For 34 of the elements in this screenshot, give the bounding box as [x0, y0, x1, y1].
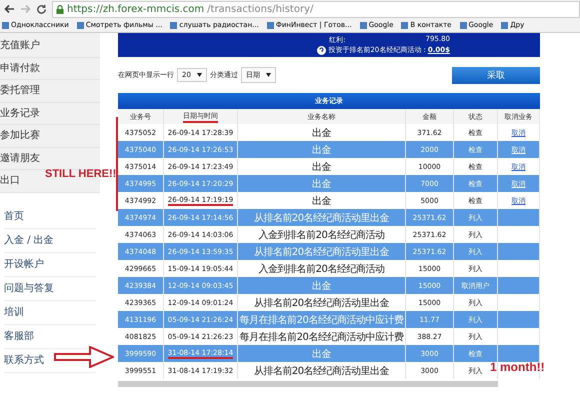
submenu-item[interactable]: 出口 [0, 175, 20, 186]
annotation-text: STILL HERE!! [45, 168, 116, 180]
table-cell: 从排名前20名经纪商活动里出金 [238, 209, 406, 226]
table-cell: 从排名前20名经纪商活动里出金 [238, 243, 406, 260]
back-icon[interactable] [4, 4, 15, 14]
help-icon[interactable] [317, 46, 326, 54]
submenu-item[interactable]: 委托管理 [0, 85, 40, 96]
annotation-text: 1 month!! [490, 360, 545, 374]
table-cell: 出金 [238, 175, 406, 192]
table-cell: 出金 [238, 141, 406, 158]
nav-link[interactable]: 首页 [4, 210, 24, 222]
nav-link[interactable]: 联系方式 [4, 354, 44, 366]
address-field[interactable]: https://zh.forex-mmcis.com /transactions/history/ [52, 0, 580, 18]
nav-link[interactable]: 培训 [4, 306, 24, 318]
annotation-arrow [54, 346, 114, 368]
nav-link[interactable]: 入金 / 出金 [4, 234, 54, 246]
submenu-item[interactable]: 充值账户 [0, 40, 40, 51]
horizontal-scrollbar[interactable] [118, 381, 498, 387]
lock-icon [56, 4, 64, 14]
caret-icon [196, 73, 202, 77]
nav-link[interactable]: 问题与答复 [4, 282, 54, 294]
table-cell: 每月在排名前20名经纪商活动中应计费 [238, 311, 406, 328]
table-cell: 从排名前20名经纪商活动里出金 [238, 362, 406, 379]
submenu-item[interactable]: 申请付款 [0, 62, 40, 74]
table-cell: 出金 [238, 345, 406, 362]
table-cell: 出金 [238, 277, 406, 294]
nav-link[interactable]: 开设帐户 [4, 258, 44, 270]
apply-button[interactable]: 采取 [452, 66, 540, 84]
submenu-item[interactable]: 邀请朋友 [0, 152, 40, 164]
reload-icon[interactable] [36, 4, 47, 14]
nav-link[interactable]: 客服部 [4, 330, 34, 342]
submenu-item[interactable]: 业务记录 [0, 108, 40, 118]
submenu-item[interactable]: 参加比赛 [0, 130, 40, 141]
caret-icon [266, 73, 271, 77]
